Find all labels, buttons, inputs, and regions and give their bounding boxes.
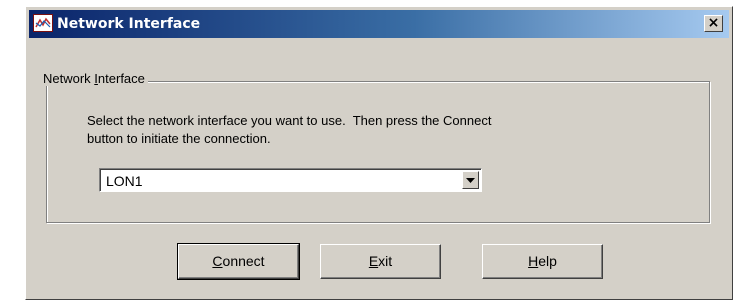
connect-button[interactable]: Connect	[177, 243, 300, 280]
window-title: Network Interface	[57, 16, 201, 32]
chevron-down-icon	[466, 178, 475, 183]
close-button[interactable]: ×	[704, 15, 723, 32]
close-icon: ×	[707, 15, 720, 31]
dropdown-button[interactable]	[462, 171, 479, 189]
title-bar[interactable]: Network Interface ×	[29, 10, 729, 38]
instruction-text: Select the network interface you want to…	[87, 112, 687, 148]
groupbox-label: Network Interface	[40, 71, 148, 86]
instruction-line-2: button to initiate the connection.	[87, 131, 271, 146]
network-interface-combo[interactable]: LON1	[99, 168, 482, 192]
exit-button[interactable]: Exit	[320, 244, 441, 279]
network-app-icon	[33, 14, 53, 32]
help-button[interactable]: Help	[482, 244, 603, 279]
instruction-line-1: Select the network interface you want to…	[87, 113, 492, 128]
combo-selected-value: LON1	[106, 173, 143, 189]
network-interface-groupbox	[46, 81, 710, 223]
network-interface-dialog: Network Interface × Network Interface Se…	[25, 6, 733, 300]
